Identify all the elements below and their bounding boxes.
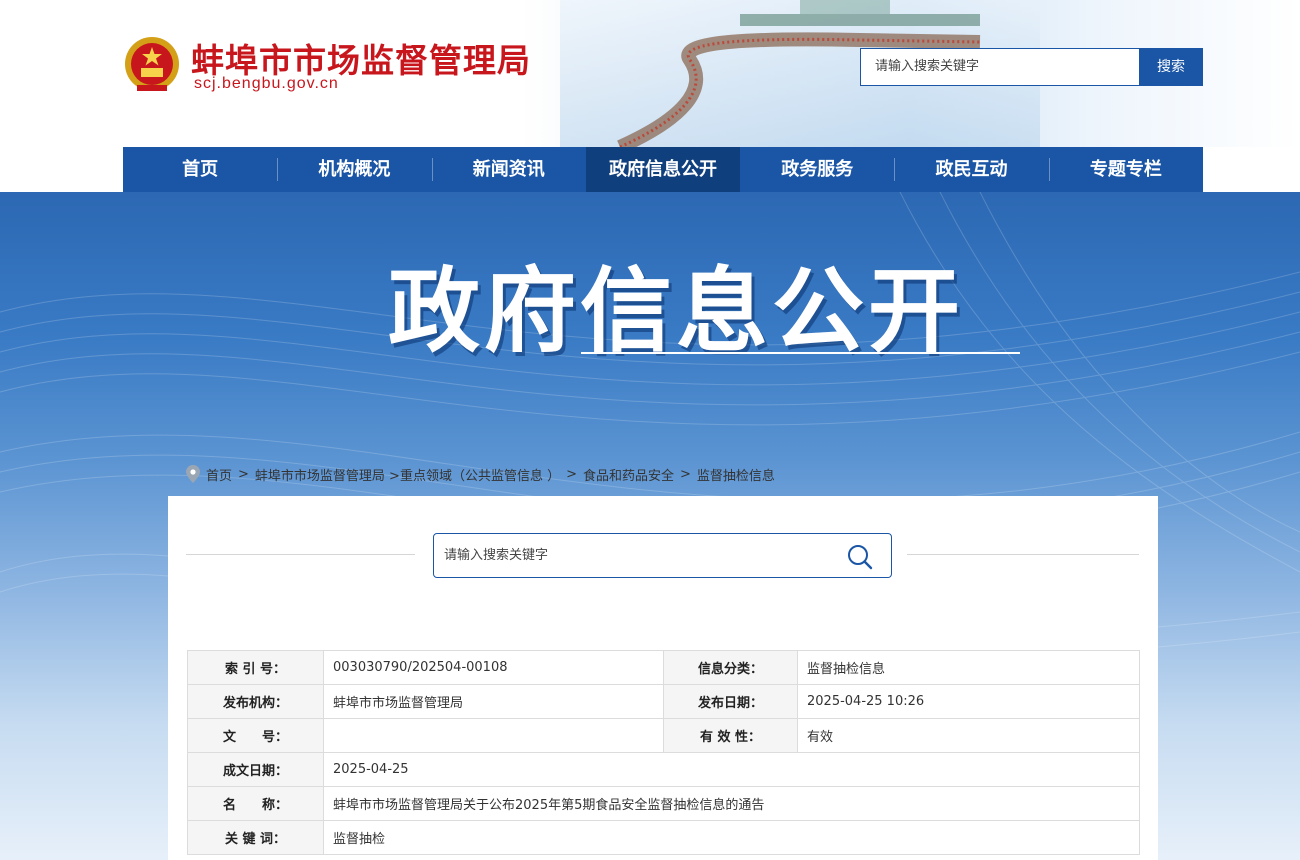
table-row: 成文日期： 2025-04-25 bbox=[187, 752, 1140, 787]
keywords-label: 关 键 词： bbox=[187, 820, 324, 855]
table-row: 名 称： 蚌埠市市场监督管理局关于公布2025年第5期食品安全监督抽检信息的通告 bbox=[187, 786, 1140, 821]
content-search-input[interactable]: 请输入搜索关键字 bbox=[444, 534, 548, 577]
header-search-input[interactable]: 请输入搜索关键字 bbox=[860, 48, 1140, 86]
created-date-value: 2025-04-25 bbox=[323, 752, 1140, 787]
publish-date-value: 2025-04-25 10:26 bbox=[797, 684, 1140, 719]
nav-item-about[interactable]: 机构概况 bbox=[277, 147, 431, 192]
national-emblem-icon bbox=[125, 37, 179, 91]
index-number-value: 003030790/202504-00108 bbox=[323, 650, 664, 685]
table-row: 索 引 号： 003030790/202504-00108 信息分类： 监督抽检… bbox=[187, 650, 1140, 685]
banner-underline bbox=[581, 352, 1020, 354]
header-search-button[interactable]: 搜索 bbox=[1139, 48, 1203, 86]
publish-date-label: 发布日期： bbox=[663, 684, 798, 719]
divider bbox=[186, 554, 415, 555]
header-search: 请输入搜索关键字 搜索 bbox=[860, 48, 1203, 86]
document-meta-table: 索 引 号： 003030790/202504-00108 信息分类： 监督抽检… bbox=[187, 650, 1140, 855]
created-date-label: 成文日期： bbox=[187, 752, 324, 787]
document-number-label: 文 号： bbox=[187, 718, 324, 753]
nav-item-services[interactable]: 政务服务 bbox=[740, 147, 894, 192]
publisher-label: 发布机构： bbox=[187, 684, 324, 719]
breadcrumb-inspection-info[interactable]: 监督抽检信息 bbox=[697, 465, 775, 484]
index-number-label: 索 引 号： bbox=[187, 650, 324, 685]
breadcrumb-home[interactable]: 首页 bbox=[206, 465, 232, 484]
content-card: 请输入搜索关键字 索 引 号： 003030790/202504-00108 信… bbox=[168, 496, 1158, 860]
table-row: 发布机构： 蚌埠市市场监督管理局 发布日期： 2025-04-25 10:26 bbox=[187, 684, 1140, 719]
nav-item-news[interactable]: 新闻资讯 bbox=[431, 147, 586, 192]
breadcrumb-food-drug-safety[interactable]: 食品和药品安全 bbox=[583, 465, 674, 484]
document-number-value bbox=[323, 718, 664, 753]
document-name-label: 名 称： bbox=[187, 786, 324, 821]
nav-item-info-disclosure[interactable]: 政府信息公开 bbox=[585, 147, 741, 192]
nav-item-home[interactable]: 首页 bbox=[123, 147, 277, 192]
breadcrumb-separator: > bbox=[566, 466, 577, 482]
publisher-value: 蚌埠市市场监督管理局 bbox=[323, 684, 664, 719]
table-row: 关 键 词： 监督抽检 bbox=[187, 820, 1140, 855]
search-icon[interactable] bbox=[846, 543, 874, 571]
category-label: 信息分类： bbox=[663, 650, 798, 685]
keywords-value: 监督抽检 bbox=[323, 820, 1140, 855]
validity-label: 有 效 性： bbox=[663, 718, 798, 753]
main-nav: 首页 机构概况 新闻资讯 政府信息公开 政务服务 政民互动 专题专栏 bbox=[123, 147, 1203, 192]
site-domain: scj.bengbu.gov.cn bbox=[194, 75, 339, 92]
validity-value: 有效 bbox=[797, 718, 1140, 753]
site-header: 蚌埠市市场监督管理局 scj.bengbu.gov.cn 请输入搜索关键字 搜索 bbox=[0, 0, 1300, 147]
breadcrumb-separator: > bbox=[680, 466, 691, 482]
banner-title: 政府信息公开 bbox=[388, 258, 965, 365]
nav-item-topics[interactable]: 专题专栏 bbox=[1048, 147, 1203, 192]
breadcrumb: 首页 > 蚌埠市市场监督管理局 >重点领域（公共监管信息 ） > 食品和药品安全… bbox=[186, 464, 775, 484]
location-pin-icon bbox=[186, 465, 200, 483]
category-value: 监督抽检信息 bbox=[797, 650, 1140, 685]
divider bbox=[907, 554, 1139, 555]
content-search[interactable]: 请输入搜索关键字 bbox=[433, 533, 892, 578]
table-row: 文 号： 有 效 性： 有效 bbox=[187, 718, 1140, 753]
breadcrumb-separator: > bbox=[238, 466, 249, 482]
document-name-value: 蚌埠市市场监督管理局关于公布2025年第5期食品安全监督抽检信息的通告 bbox=[323, 786, 1140, 821]
breadcrumb-public-supervision[interactable]: 蚌埠市市场监督管理局 >重点领域（公共监管信息 ） bbox=[255, 465, 560, 484]
nav-item-interaction[interactable]: 政民互动 bbox=[894, 147, 1048, 192]
